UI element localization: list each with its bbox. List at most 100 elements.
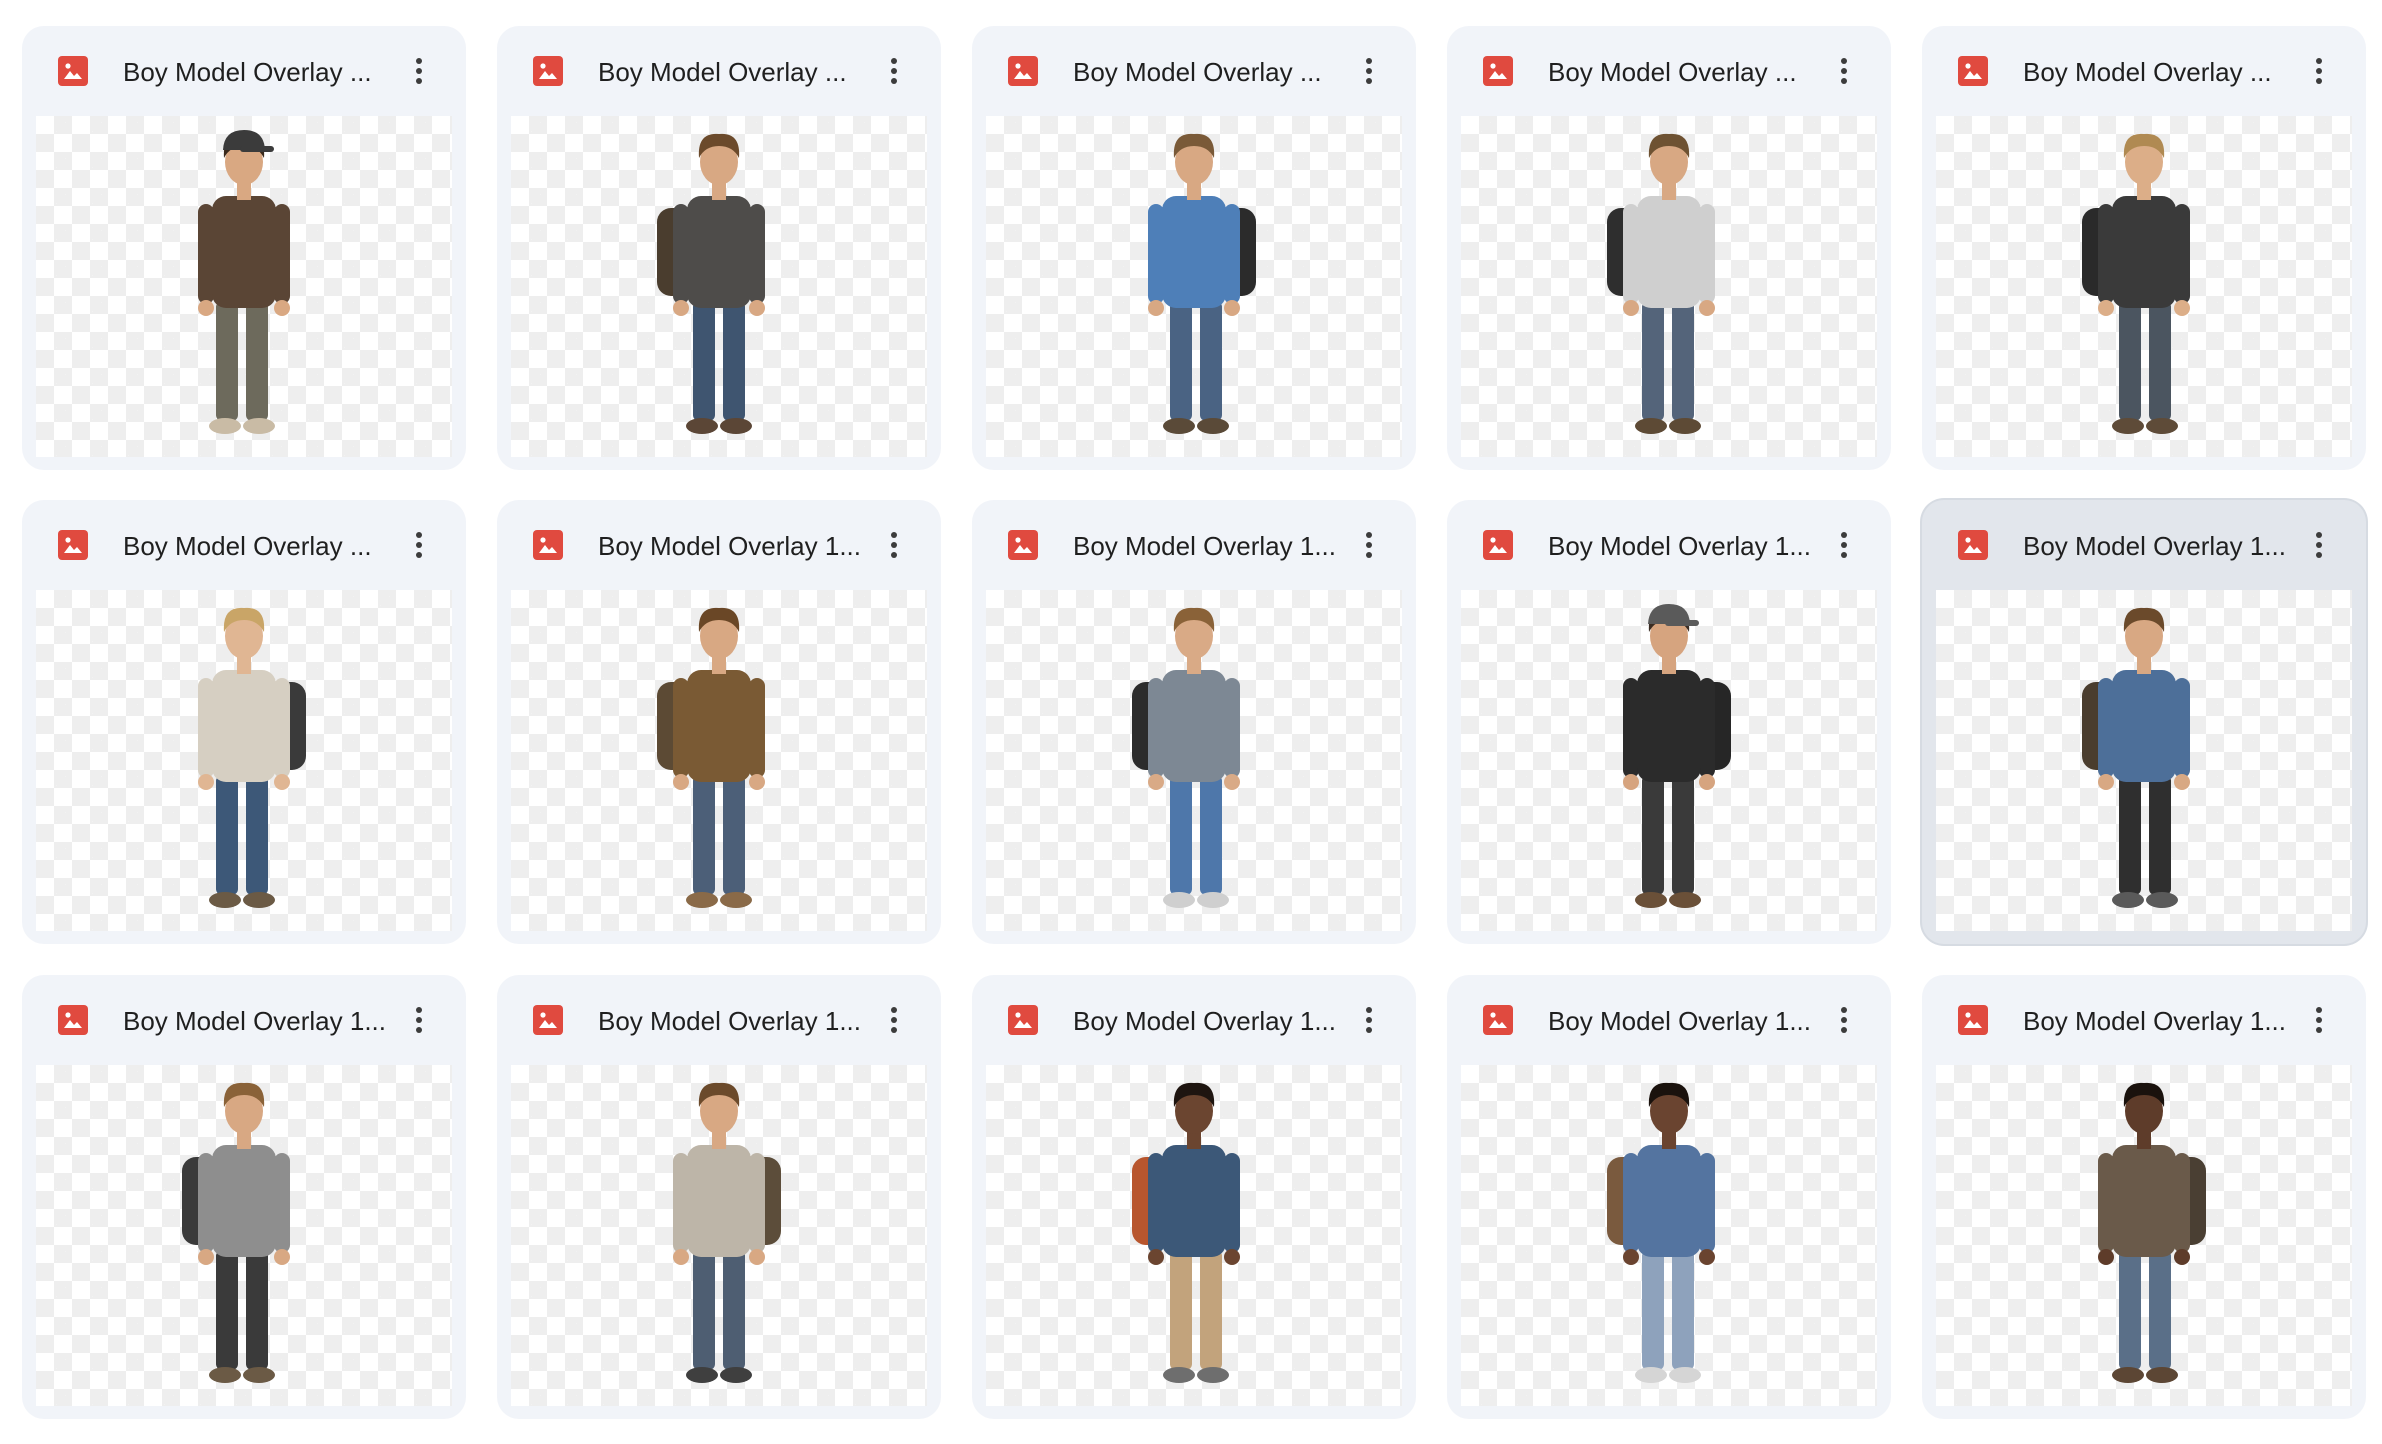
more-actions-button[interactable] [1823,999,1865,1041]
more-actions-button[interactable] [398,999,440,1041]
more-actions-button[interactable] [1348,524,1390,566]
image-thumbnail[interactable] [1461,1065,1877,1406]
file-title: Boy Model Overlay ... [2023,57,2272,87]
image-file-icon [533,530,563,560]
more-actions-button[interactable] [873,524,915,566]
file-card-header: Boy Model Overlay ... [22,26,466,116]
file-title: Boy Model Overlay 1... [2023,1006,2286,1036]
more-actions-button[interactable] [1823,50,1865,92]
boy-figure [2082,607,2190,908]
more-actions-button[interactable] [398,50,440,92]
image-file-icon [1008,56,1038,86]
file-grid: Boy Model Overlay ... Boy Model Overlay .… [0,0,2382,1444]
file-card[interactable]: Boy Model Overlay 1... [1447,500,1891,944]
file-card-header: Boy Model Overlay ... [1922,26,2366,116]
image-thumbnail[interactable] [511,1065,927,1406]
image-thumbnail[interactable] [511,590,927,931]
file-card-header: Boy Model Overlay ... [972,26,1416,116]
image-thumbnail[interactable] [511,116,927,457]
image-file-icon [533,1005,563,1035]
file-card-header: Boy Model Overlay ... [1447,26,1891,116]
more-actions-button[interactable] [1348,999,1390,1041]
more-actions-button[interactable] [2298,999,2340,1041]
file-title: Boy Model Overlay 1... [598,1006,861,1036]
image-thumbnail[interactable] [36,1065,452,1406]
image-thumbnail[interactable] [1461,116,1877,457]
more-actions-button[interactable] [1348,50,1390,92]
file-card-header: Boy Model Overlay ... [22,500,466,590]
image-file-icon [1483,1005,1513,1035]
image-file-icon [58,1005,88,1035]
boy-figure [1132,1082,1240,1383]
boy-figure [198,130,290,434]
file-card[interactable]: Boy Model Overlay ... [972,26,1416,470]
image-file-icon [1483,530,1513,560]
file-card-header: Boy Model Overlay 1... [1922,500,2366,590]
file-card[interactable]: Boy Model Overlay 1... [1922,975,2366,1419]
image-file-icon [58,56,88,86]
image-thumbnail[interactable] [36,590,452,931]
image-file-icon [1008,530,1038,560]
file-card[interactable]: Boy Model Overlay ... [22,500,466,944]
file-title: Boy Model Overlay 1... [123,1006,386,1036]
file-title: Boy Model Overlay 1... [598,531,861,561]
file-card[interactable]: Boy Model Overlay 1... [972,500,1416,944]
file-title: Boy Model Overlay 1... [1073,1006,1336,1036]
file-card[interactable]: Boy Model Overlay ... [22,26,466,470]
image-thumbnail[interactable] [1461,590,1877,931]
boy-figure [1607,133,1715,434]
file-card[interactable]: Boy Model Overlay 1... [497,500,941,944]
more-actions-button[interactable] [1823,524,1865,566]
image-thumbnail[interactable] [986,116,1402,457]
image-thumbnail[interactable] [1936,1065,2352,1406]
boy-figure [657,607,765,908]
boy-figure [673,1082,781,1383]
file-title: Boy Model Overlay ... [1073,57,1322,87]
image-thumbnail[interactable] [986,1065,1402,1406]
image-file-icon [1958,530,1988,560]
file-card[interactable]: Boy Model Overlay 1... [972,975,1416,1419]
image-file-icon [1008,1005,1038,1035]
more-actions-button[interactable] [2298,50,2340,92]
more-actions-button[interactable] [398,524,440,566]
file-title: Boy Model Overlay ... [123,57,372,87]
more-actions-button[interactable] [873,999,915,1041]
image-thumbnail[interactable] [1936,590,2352,931]
file-title: Boy Model Overlay 1... [1548,531,1811,561]
file-card-header: Boy Model Overlay 1... [1447,975,1891,1065]
file-card[interactable]: Boy Model Overlay ... [1447,26,1891,470]
image-thumbnail[interactable] [1936,116,2352,457]
boy-figure [657,133,765,434]
file-title: Boy Model Overlay 1... [1073,531,1336,561]
file-title: Boy Model Overlay 1... [1548,1006,1811,1036]
file-card-header: Boy Model Overlay 1... [22,975,466,1065]
image-file-icon [1483,56,1513,86]
file-card[interactable]: Boy Model Overlay 1... [497,975,941,1419]
file-title: Boy Model Overlay ... [598,57,847,87]
file-card[interactable]: Boy Model Overlay 1... [22,975,466,1419]
more-actions-button[interactable] [2298,524,2340,566]
file-card-header: Boy Model Overlay ... [497,26,941,116]
more-actions-button[interactable] [873,50,915,92]
file-card[interactable]: Boy Model Overlay ... [497,26,941,470]
file-card-header: Boy Model Overlay 1... [497,975,941,1065]
file-card[interactable]: Boy Model Overlay 1... [1922,500,2366,944]
boy-figure [1623,604,1731,908]
boy-figure [1607,1082,1715,1383]
file-title: Boy Model Overlay ... [123,531,372,561]
image-thumbnail[interactable] [36,116,452,457]
file-card-header: Boy Model Overlay 1... [1447,500,1891,590]
boy-figure [1148,133,1256,434]
image-file-icon [1958,56,1988,86]
image-file-icon [1958,1005,1988,1035]
file-card[interactable]: Boy Model Overlay 1... [1447,975,1891,1419]
image-thumbnail[interactable] [986,590,1402,931]
file-title: Boy Model Overlay 1... [2023,531,2286,561]
image-file-icon [533,56,563,86]
boy-figure [182,1082,290,1383]
file-card-header: Boy Model Overlay 1... [972,975,1416,1065]
file-card-header: Boy Model Overlay 1... [972,500,1416,590]
file-card-header: Boy Model Overlay 1... [1922,975,2366,1065]
file-card[interactable]: Boy Model Overlay ... [1922,26,2366,470]
file-title: Boy Model Overlay ... [1548,57,1797,87]
